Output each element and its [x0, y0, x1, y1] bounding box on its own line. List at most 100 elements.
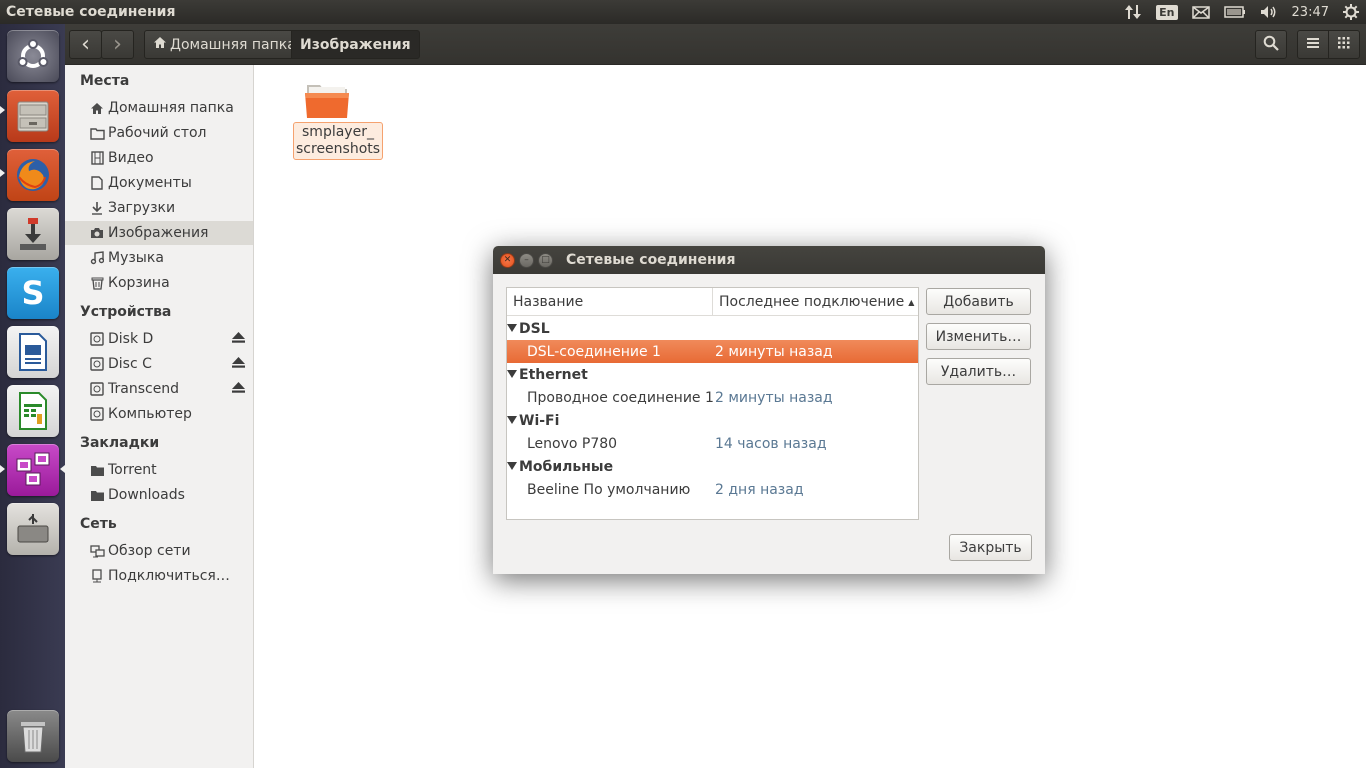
film-icon [89, 150, 105, 166]
tree-header: Название Последнее подключение ▲ [507, 288, 918, 316]
connection-last-used: 14 часов назад [715, 435, 827, 452]
breadcrumb-home[interactable]: Домашняя папка [144, 30, 305, 59]
server-icon [89, 568, 105, 584]
sidebar-item-computer[interactable]: Компьютер [65, 402, 253, 426]
download-icon[interactable] [7, 208, 59, 260]
eject-icon[interactable] [232, 382, 245, 396]
connection-name: DSL-соединение 1 [527, 343, 661, 360]
sidebar-item-downloads[interactable]: Загрузки [65, 196, 253, 220]
group-row-ethernet[interactable]: Ethernet [507, 363, 918, 386]
sidebar-item-label: Torrent [108, 462, 157, 478]
connection-row-ethernet[interactable]: Проводное соединение 1 2 минуты назад [507, 386, 918, 409]
sidebar-item-desktop[interactable]: Рабочий стол [65, 121, 253, 145]
search-button[interactable] [1255, 30, 1287, 59]
folder-icon[interactable] [304, 81, 350, 121]
network-updown-icon[interactable] [1117, 0, 1149, 24]
document-icon[interactable] [7, 326, 59, 378]
network-header: Сеть [80, 516, 117, 532]
grid-view-icon [1338, 36, 1350, 53]
edit-button[interactable]: Изменить… [926, 323, 1031, 350]
column-header-last-used[interactable]: Последнее подключение ▲ [712, 288, 918, 316]
sidebar-item-home[interactable]: Домашняя папка [65, 96, 253, 120]
sidebar-item-videos[interactable]: Видео [65, 146, 253, 170]
keyboard-layout-label: En [1156, 4, 1178, 20]
sidebar-item-music[interactable]: Музыка [65, 246, 253, 270]
places-sidebar: Места Домашняя папка Рабочий стол Видео … [65, 65, 254, 768]
sidebar-item-label: Disk D [108, 331, 154, 347]
group-label: DSL [519, 320, 550, 337]
breadcrumb-images-label: Изображения [300, 36, 411, 53]
group-row-dsl[interactable]: DSL [507, 317, 918, 340]
home-icon [89, 100, 105, 116]
sidebar-item-documents[interactable]: Документы [65, 171, 253, 195]
add-button[interactable]: Добавить [926, 288, 1031, 315]
connection-row-wifi[interactable]: Lenovo P780 14 часов назад [507, 432, 918, 455]
maximize-icon[interactable]: □ [538, 253, 553, 268]
group-row-mobile[interactable]: Мобильные [507, 455, 918, 478]
usb-drive-icon[interactable] [7, 503, 59, 555]
sidebar-item-torrent[interactable]: Torrent [65, 458, 253, 482]
expander-icon[interactable] [507, 416, 517, 424]
list-view-button[interactable] [1297, 30, 1329, 59]
sidebar-item-disk-d[interactable]: Disk D [65, 327, 253, 351]
connection-last-used: 2 минуты назад [715, 389, 833, 406]
forward-button[interactable]: › [101, 30, 134, 59]
connection-name: Lenovo P780 [527, 435, 618, 452]
clock[interactable]: 23:47 [1285, 0, 1336, 24]
breadcrumb-images[interactable]: Изображения [291, 30, 420, 59]
sidebar-item-label: Компьютер [108, 406, 192, 422]
delete-button[interactable]: Удалить… [926, 358, 1031, 385]
sidebar-item-browse-network[interactable]: Обзор сети [65, 539, 253, 563]
devices-header: Устройства [80, 304, 172, 320]
sidebar-item-label: Disc C [108, 356, 152, 372]
firefox-icon[interactable] [7, 149, 59, 201]
sidebar-item-label: Документы [108, 175, 192, 191]
mail-icon[interactable] [1185, 0, 1217, 24]
expander-icon[interactable] [507, 462, 517, 470]
connection-row-mobile[interactable]: Beeline По умолчанию 2 дня назад [507, 478, 918, 501]
connection-row-dsl[interactable]: DSL-соединение 1 2 минуты назад [507, 340, 918, 363]
trash-icon [89, 275, 105, 291]
sidebar-item-transcend[interactable]: Transcend [65, 377, 253, 401]
sidebar-item-disc-c[interactable]: Disc C [65, 352, 253, 376]
minimize-icon[interactable]: – [519, 253, 534, 268]
dialog-titlebar[interactable]: ✕ – □ Сетевые соединения [493, 246, 1045, 274]
folder-label[interactable]: smplayer_ screenshots [293, 122, 383, 160]
expander-icon[interactable] [507, 324, 517, 332]
connections-tree: Название Последнее подключение ▲ DSL DSL… [506, 287, 919, 520]
drive-icon [89, 356, 105, 372]
sidebar-item-trash[interactable]: Корзина [65, 271, 253, 295]
battery-icon[interactable] [1217, 0, 1253, 24]
connection-last-used: 2 минуты назад [715, 343, 833, 360]
camera-icon [89, 225, 105, 241]
sidebar-item-label: Изображения [108, 225, 209, 241]
volume-icon[interactable] [1253, 0, 1285, 24]
back-button[interactable]: ‹ [69, 30, 102, 59]
download-arrow-icon [89, 200, 105, 216]
expander-icon[interactable] [507, 370, 517, 378]
ubuntu-logo-icon[interactable] [7, 30, 59, 82]
drive-icon [89, 331, 105, 347]
close-button[interactable]: Закрыть [949, 534, 1032, 561]
grid-view-button[interactable] [1328, 30, 1360, 59]
gear-icon[interactable] [1336, 0, 1366, 24]
folder-label-line2: screenshots [296, 141, 381, 157]
keyboard-layout-indicator[interactable]: En [1149, 0, 1184, 24]
sidebar-item-pictures[interactable]: Изображения [65, 221, 253, 245]
trash-icon[interactable] [7, 710, 59, 762]
eject-icon[interactable] [232, 332, 245, 346]
eject-icon[interactable] [232, 357, 245, 371]
sidebar-item-label: Загрузки [108, 200, 176, 216]
folder-icon [89, 487, 105, 503]
sidebar-item-connect-server[interactable]: Подключиться… [65, 564, 253, 588]
close-icon[interactable]: ✕ [500, 253, 515, 268]
spreadsheet-icon[interactable] [7, 385, 59, 437]
active-window-title: Сетевые соединения [6, 4, 176, 20]
sidebar-item-downloads-bookmark[interactable]: Downloads [65, 483, 253, 507]
file-cabinet-icon[interactable] [7, 90, 59, 142]
column-header-name[interactable]: Название [513, 288, 583, 316]
skype-icon[interactable]: S [7, 267, 59, 319]
presentation-icon[interactable] [7, 444, 59, 496]
group-row-wifi[interactable]: Wi-Fi [507, 409, 918, 432]
breadcrumb-home-label: Домашняя папка [170, 36, 296, 53]
